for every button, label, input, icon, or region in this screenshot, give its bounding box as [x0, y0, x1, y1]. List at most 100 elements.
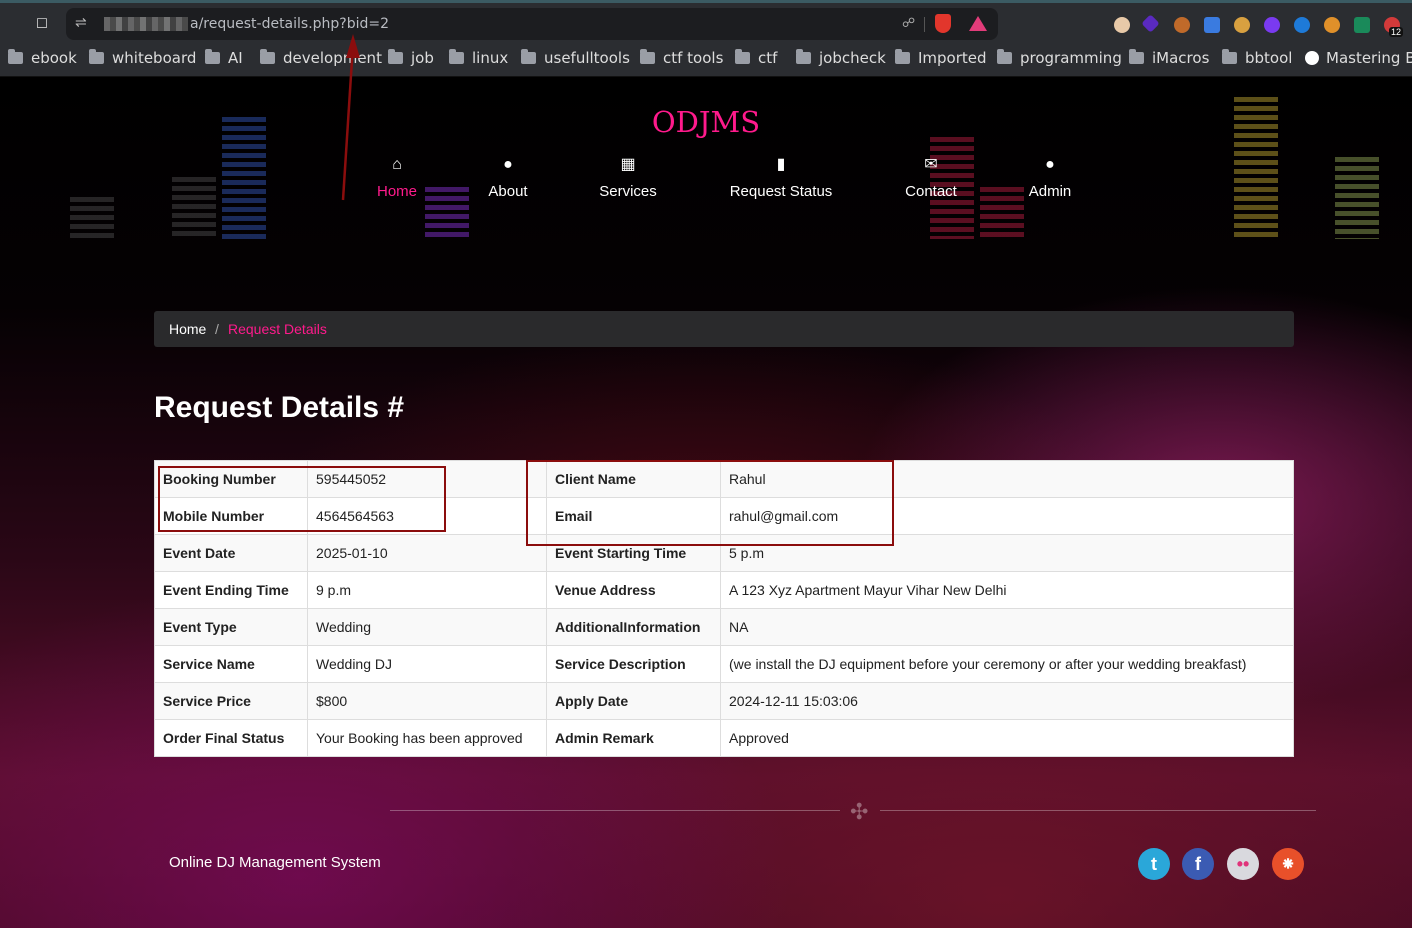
extension-gem-icon[interactable] — [1264, 17, 1280, 33]
field-value: 9 p.m — [307, 571, 547, 609]
divider — [924, 17, 925, 32]
folder-icon — [1129, 49, 1144, 64]
globe-icon — [1305, 51, 1319, 65]
breadcrumb-separator: / — [215, 321, 219, 337]
flickr-icon[interactable]: •• — [1227, 848, 1259, 880]
extension-badge: 12 — [1389, 27, 1404, 37]
folder-icon — [388, 49, 403, 64]
extension-diamond-icon[interactable] — [1141, 14, 1160, 33]
folder-icon — [449, 49, 464, 64]
bookmark-icon[interactable]: ◻ — [34, 14, 50, 32]
extension-cookie-blocker-icon[interactable] — [1234, 17, 1250, 33]
bookmark-label: jobcheck — [819, 49, 886, 67]
field-value: NA — [720, 608, 1294, 646]
nav-home[interactable]: ⌂ Home — [367, 155, 427, 200]
nav-request-status[interactable]: ▮ Request Status — [721, 155, 841, 200]
field-value: Approved — [720, 719, 1294, 757]
folder-icon — [735, 49, 750, 64]
nav-about[interactable]: ● About — [478, 155, 538, 200]
footer-divider — [390, 810, 840, 811]
breadcrumb-home[interactable]: Home — [169, 321, 206, 337]
bookmark-folder[interactable]: development — [260, 49, 382, 67]
bookmarks-bar: ebook whiteboard AI development job linu… — [0, 42, 1412, 77]
field-value: A 123 Xyz Apartment Mayur Vihar New Delh… — [720, 571, 1294, 609]
field-value: Wedding — [307, 608, 547, 646]
address-bar[interactable]: ⇌ a/request-details.php?bid=2 ☍ — [66, 8, 998, 40]
annotation-box-booking — [158, 466, 446, 532]
url-text[interactable]: a/request-details.php?bid=2 — [190, 16, 389, 32]
ornament-icon: ✣ — [850, 799, 869, 824]
bookmark-folder[interactable]: programming — [997, 49, 1122, 67]
site-settings-icon[interactable]: ⇌ — [75, 14, 87, 31]
bookmark-label: Imported — [918, 49, 987, 67]
brave-rewards-icon[interactable] — [969, 16, 987, 31]
bookmark-folder[interactable]: bbtool — [1222, 49, 1292, 67]
bookmark-folder[interactable]: job — [388, 49, 434, 67]
nav-label: Services — [599, 183, 657, 200]
user-icon: ● — [503, 156, 513, 173]
bookmark-label: development — [283, 49, 382, 67]
bookmark-folder[interactable]: ctf tools — [640, 49, 723, 67]
folder-icon — [796, 49, 811, 64]
field-value: 2025-01-10 — [307, 534, 547, 572]
field-label: Event Date — [154, 534, 308, 572]
bookmark-folder[interactable]: linux — [449, 49, 508, 67]
field-value: (we install the DJ equipment before your… — [720, 645, 1294, 683]
extension-cookie-icon[interactable] — [1174, 17, 1190, 33]
nav-contact[interactable]: ✉ Contact — [896, 155, 966, 200]
equalizer-decoration — [980, 187, 1024, 239]
nav-admin[interactable]: ● Admin — [1020, 155, 1080, 200]
equalizer-decoration — [70, 197, 114, 239]
bookmark-label: ebook — [31, 49, 77, 67]
field-label: AdditionalInformation — [546, 608, 721, 646]
footer-text: Online DJ Management System — [169, 854, 381, 871]
table-row: Event Ending Time 9 p.m Venue Address A … — [154, 571, 1294, 609]
twitter-icon[interactable]: t — [1138, 848, 1170, 880]
bookmark-label: AI — [228, 49, 243, 67]
field-value: $800 — [307, 682, 547, 720]
folder-icon — [521, 49, 536, 64]
extension-translate-icon[interactable] — [1204, 17, 1220, 33]
field-value: 2024-12-11 15:03:06 — [720, 682, 1294, 720]
breadcrumb-current: Request Details — [228, 321, 327, 337]
bookmark-link[interactable]: Mastering Ba — [1305, 49, 1412, 67]
folder-icon — [997, 49, 1012, 64]
site-logo[interactable]: ODJMS — [0, 105, 1412, 139]
bookmark-label: iMacros — [1152, 49, 1210, 67]
rss-icon[interactable]: ⁕ — [1272, 848, 1304, 880]
extension-hat-icon[interactable] — [1354, 17, 1370, 33]
bookmark-folder[interactable]: iMacros — [1129, 49, 1209, 67]
extension-person-icon[interactable] — [1324, 17, 1340, 33]
facebook-icon[interactable]: f — [1182, 848, 1214, 880]
table-row: Service Price $800 Apply Date 2024-12-11… — [154, 682, 1294, 720]
extension-owl-icon[interactable] — [1114, 17, 1130, 33]
breadcrumb: Home / Request Details — [154, 311, 1294, 347]
share-icon[interactable]: ☍ — [902, 15, 915, 31]
field-label: Order Final Status — [154, 719, 308, 757]
bookmark-folder[interactable]: AI — [205, 49, 243, 67]
field-value: Your Booking has been approved — [307, 719, 547, 757]
bookmark-folder[interactable]: Imported — [895, 49, 987, 67]
field-label: Service Price — [154, 682, 308, 720]
bookmark-folder[interactable]: ctf — [735, 49, 777, 67]
folder-icon — [89, 49, 104, 64]
brave-shield-icon[interactable] — [935, 14, 951, 33]
bookmark-label: linux — [472, 49, 509, 67]
bookmark-folder[interactable]: whiteboard — [89, 49, 196, 67]
folder-icon — [8, 49, 23, 64]
field-label: Admin Remark — [546, 719, 721, 757]
bookmark-folder[interactable]: ebook — [8, 49, 77, 67]
bookmark-folder[interactable]: jobcheck — [796, 49, 886, 67]
bookmark-folder[interactable]: usefulltools — [521, 49, 630, 67]
folder-icon — [640, 49, 655, 64]
field-label: Apply Date — [546, 682, 721, 720]
bookmark-label: programming — [1020, 49, 1122, 67]
nav-label: Home — [376, 183, 417, 200]
nav-services[interactable]: ▦ Services — [588, 155, 668, 200]
table-row: Order Final Status Your Booking has been… — [154, 719, 1294, 757]
bookmark-label: ctf tools — [663, 49, 724, 67]
bookmark-label: whiteboard — [112, 49, 197, 67]
extension-globe-icon[interactable] — [1294, 17, 1310, 33]
nav-label: Admin — [1028, 183, 1072, 200]
bookmark-label: usefulltools — [544, 49, 630, 67]
